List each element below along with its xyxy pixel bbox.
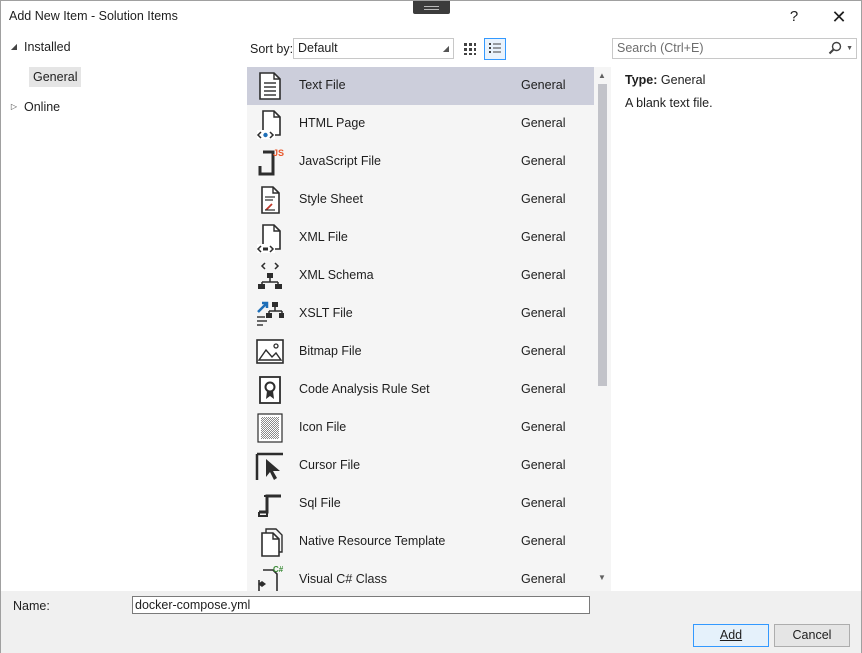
list-item-text-file[interactable]: Text File General [247,67,594,105]
list-item-xml-schema[interactable]: XML Schema General [247,257,594,295]
item-category: General [521,268,566,282]
template-category-tree: ◢ Installed General ▷ Online [1,34,247,591]
style-sheet-icon [261,186,280,214]
tree-node-general[interactable]: General [29,67,82,87]
item-category: General [521,154,566,168]
bitmap-file-icon [256,339,284,364]
search-icon[interactable] [828,41,842,55]
item-name: XML File [299,230,348,244]
cursor-file-icon [255,452,283,480]
list-item-cursor-file[interactable]: Cursor File General [247,447,594,485]
sort-by-label: Sort by: [250,42,294,56]
list-item-xslt-file[interactable]: XSLT File General [247,295,594,333]
grid-view-button[interactable] [459,38,481,60]
item-name: Bitmap File [299,344,362,358]
item-name: Sql File [299,496,341,510]
type-row: Type: General [625,73,705,87]
type-value: General [660,73,706,87]
item-category: General [521,116,566,130]
item-category: General [521,78,566,92]
xslt-file-icon [257,301,284,326]
icon-file-icon [257,413,283,443]
grid-view-icon [464,43,476,55]
item-category: General [521,420,566,434]
item-name: HTML Page [299,116,366,130]
html-page-icon [256,110,281,139]
title-bar: Add New Item - Solution Items ? ✕ [1,1,861,33]
item-category: General [521,382,566,396]
scroll-down-arrow-icon[interactable]: ▼ [598,573,606,582]
javascript-file-icon: JS [258,148,284,176]
svg-text:JS: JS [273,148,284,158]
list-item-style-sheet[interactable]: Style Sheet General [247,181,594,219]
csharp-class-icon: C# [258,565,284,591]
rule-set-icon [259,376,281,404]
add-button[interactable]: Add [693,624,769,647]
item-category: General [521,496,566,510]
add-new-item-dialog: Add New Item - Solution Items ? ✕ ◢ Inst… [0,0,862,653]
list-item-html-page[interactable]: HTML Page General [247,105,594,143]
add-button-label: Add [719,628,743,642]
item-name: Style Sheet [299,192,363,206]
list-item-native-resource-template[interactable]: Native Resource Template General [247,523,594,561]
item-name: Visual C# Class [299,572,388,586]
collapsed-arrow-icon[interactable]: ▷ [9,97,19,117]
list-item-xml-file[interactable]: XML File General [247,219,594,257]
sort-by-value: Default [298,41,338,55]
item-category: General [521,306,566,320]
item-name: Text File [299,78,346,92]
svg-text:C#: C# [273,565,284,574]
resource-template-icon [261,528,283,557]
scrollbar-thumb[interactable] [598,84,607,386]
close-button[interactable]: ✕ [824,4,854,30]
type-label: Type: [625,73,658,87]
search-options-arrow-icon[interactable]: ▼ [846,39,853,58]
drag-grip-icon[interactable] [413,1,450,14]
template-list-scrollbar[interactable]: ▲ ▼ [594,67,611,591]
template-description: A blank text file. [625,96,713,110]
item-name: XML Schema [299,268,374,282]
item-name: Icon File [299,420,347,434]
item-category: General [521,192,566,206]
tree-node-label: Online [24,100,61,114]
item-category: General [521,344,566,358]
list-item-icon-file[interactable]: Icon File General [247,409,594,447]
search-input[interactable] [617,41,817,55]
sort-by-dropdown[interactable]: Default ◢ [293,38,454,59]
xml-file-icon [256,224,281,253]
text-file-icon [259,72,281,100]
list-view-icon [489,43,501,53]
xml-schema-icon [258,262,282,289]
item-name: Code Analysis Rule Set [299,382,430,396]
name-input[interactable] [132,596,590,614]
tree-node-label: Installed [24,40,71,54]
sql-file-icon [258,494,281,517]
cancel-button[interactable]: Cancel [774,624,850,647]
list-item-code-analysis-rule-set[interactable]: Code Analysis Rule Set General [247,371,594,409]
list-item-bitmap-file[interactable]: Bitmap File General [247,333,594,371]
item-name: Native Resource Template [299,534,446,548]
help-button[interactable]: ? [779,4,809,30]
window-title: Add New Item - Solution Items [9,9,178,23]
list-item-javascript-file[interactable]: JS JavaScript File General [247,143,594,181]
dropdown-arrow-icon: ◢ [442,44,449,53]
item-name: Cursor File [299,458,361,472]
item-category: General [521,534,566,548]
search-box: ▼ [612,38,857,59]
item-name: XSLT File [299,306,353,320]
item-category: General [521,230,566,244]
item-name: JavaScript File [299,154,381,168]
expanded-arrow-icon[interactable]: ◢ [9,37,19,57]
template-list: Text File General HTML Page General JS J… [247,67,594,591]
list-item-visual-csharp-class[interactable]: C# Visual C# Class General [247,561,594,591]
item-category: General [521,458,566,472]
name-label: Name: [13,599,50,613]
item-category: General [521,572,566,586]
list-item-sql-file[interactable]: Sql File General [247,485,594,523]
scroll-up-arrow-icon[interactable]: ▲ [598,71,606,80]
list-view-button[interactable] [484,38,506,60]
bottom-bar: Name: Add Cancel [1,591,861,653]
